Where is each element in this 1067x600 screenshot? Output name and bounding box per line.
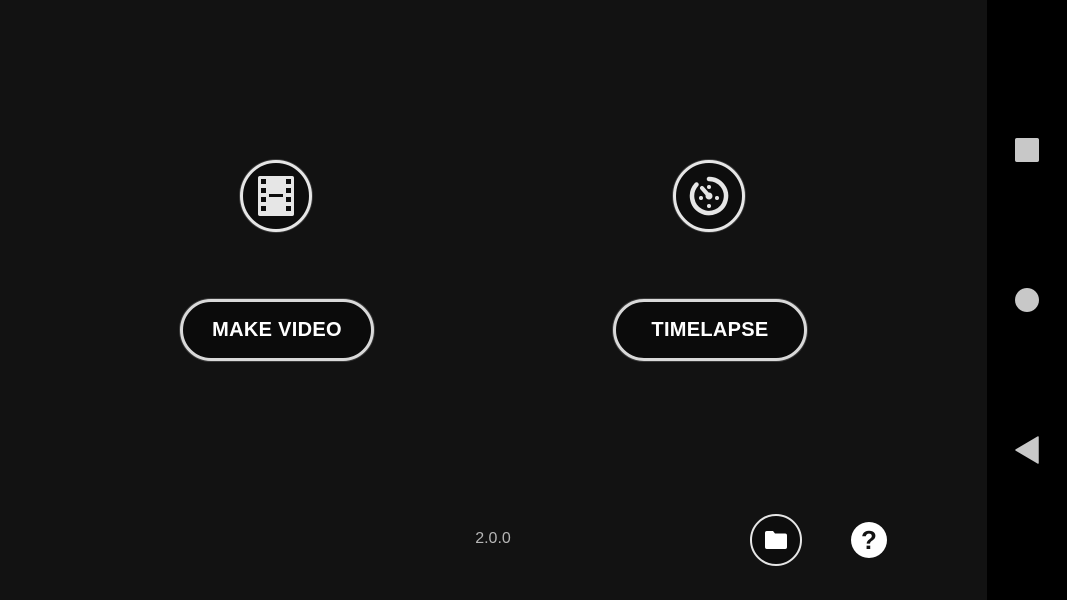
open-folder-button[interactable] (750, 514, 802, 566)
recents-button[interactable] (987, 120, 1067, 180)
film-icon-badge[interactable] (240, 160, 312, 232)
timer-icon-badge[interactable] (673, 160, 745, 232)
help-icon: ? (861, 525, 877, 555)
timelapse-button[interactable]: TIMELAPSE (613, 299, 807, 361)
recents-square-icon (1015, 138, 1039, 162)
app-main: MAKE VIDEO TIMELAPSE 2.0.0 ? (0, 0, 987, 600)
home-circle-icon (1015, 288, 1039, 312)
back-button[interactable] (987, 420, 1067, 480)
system-nav-bar (987, 0, 1067, 600)
film-icon (258, 176, 294, 216)
version-label: 2.0.0 (475, 530, 511, 547)
help-button[interactable]: ? (851, 522, 887, 558)
screen: MAKE VIDEO TIMELAPSE 2.0.0 ? (0, 0, 1067, 600)
home-button[interactable] (987, 270, 1067, 330)
timer-icon (689, 176, 729, 216)
make-video-button[interactable]: MAKE VIDEO (180, 299, 374, 361)
folder-icon (765, 531, 787, 549)
back-triangle-icon (1015, 436, 1039, 464)
